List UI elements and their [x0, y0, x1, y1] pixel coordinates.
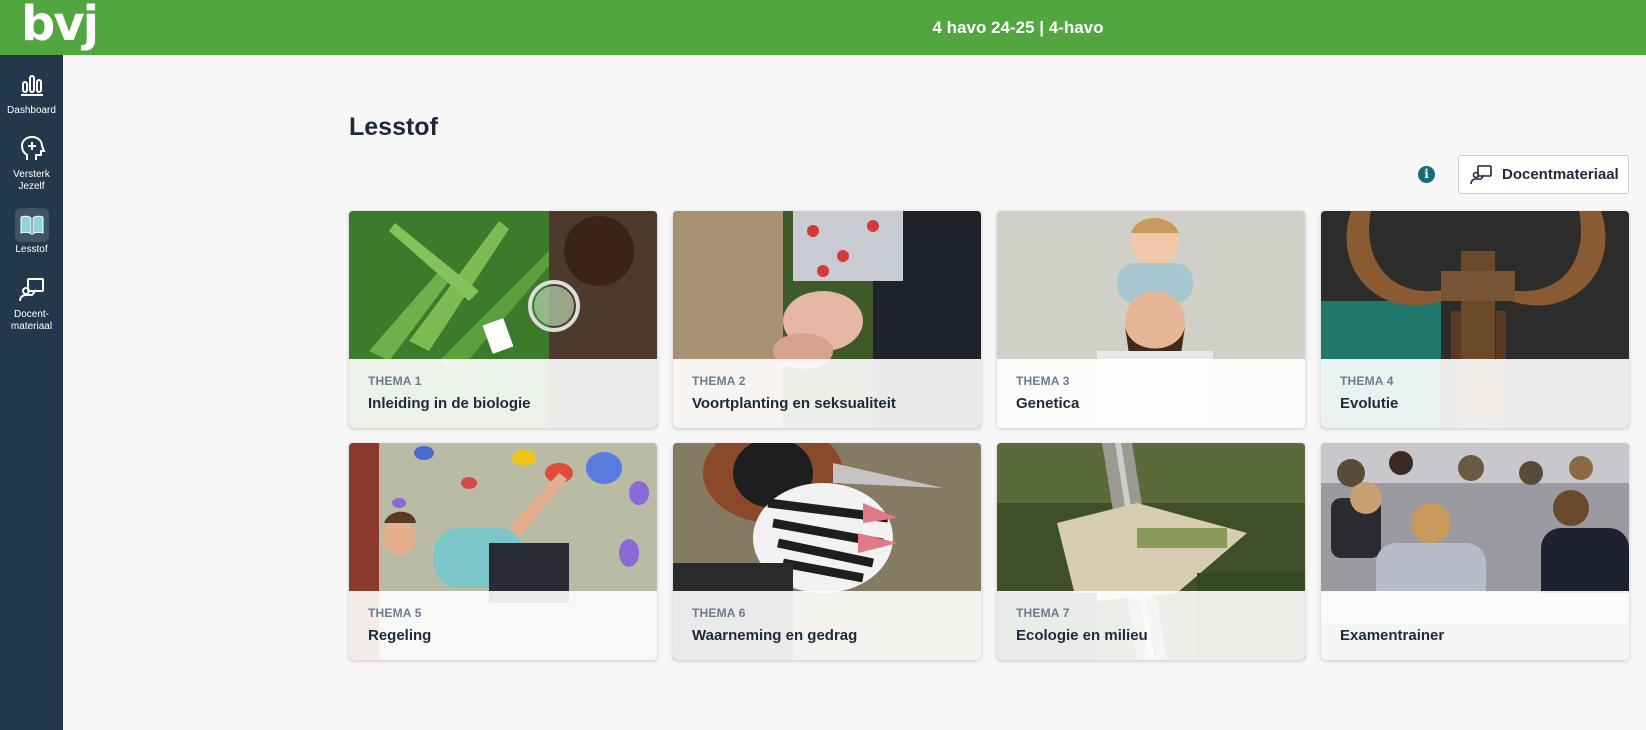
card-title: Evolutie — [1340, 395, 1399, 412]
class-title[interactable]: 4 havo 24-25 | 4-havo — [0, 0, 1646, 55]
card-thema-4[interactable]: THEMA 4 Evolutie — [1321, 211, 1629, 428]
teacher-board-icon — [15, 273, 49, 307]
card-thema-1[interactable]: THEMA 1 Inleiding in de biologie — [349, 211, 657, 428]
class-title-container: 4 havo 24-25 | 4-havo — [0, 0, 1646, 55]
card-kicker: THEMA 7 — [1016, 606, 1070, 620]
card-title: Inleiding in de biologie — [368, 395, 531, 412]
sidebar-item-dashboard[interactable]: Dashboard — [0, 69, 63, 117]
card-title: Genetica — [1016, 395, 1080, 412]
sidebar-item-label: Lesstof — [15, 244, 48, 255]
info-icon[interactable]: i — [1418, 166, 1435, 183]
docentmateriaal-button[interactable]: Docentmateriaal — [1458, 155, 1629, 194]
card-kicker: THEMA 1 — [368, 374, 422, 388]
card-title: Examentrainer — [1340, 627, 1445, 644]
card-kicker: THEMA 3 — [1016, 374, 1070, 388]
sidebar-item-label: Docent- materiaal — [10, 309, 53, 332]
card-title: Ecologie en milieu — [1016, 627, 1148, 644]
sidebar-item-docentmateriaal[interactable]: Docent- materiaal — [0, 273, 63, 333]
bar-chart-icon — [15, 69, 49, 103]
card-thema-3[interactable]: THEMA 3 Genetica — [997, 211, 1305, 428]
card-kicker: THEMA 2 — [692, 374, 746, 388]
sidebar-item-lesstof[interactable]: Lesstof — [0, 208, 63, 256]
card-examentrainer[interactable]: Examentrainer — [1321, 443, 1629, 660]
card-title: Voortplanting en seksualiteit — [692, 395, 896, 412]
sidebar-item-label: Versterk Jezelf — [13, 169, 50, 192]
teacher-board-icon — [1470, 164, 1492, 184]
card-kicker: THEMA 6 — [692, 606, 746, 620]
page-title: Lesstof — [349, 113, 438, 141]
head-plus-icon — [15, 133, 49, 167]
card-kicker: THEMA 4 — [1340, 374, 1394, 388]
sidebar-item-versterk-jezelf[interactable]: Versterk Jezelf — [0, 133, 63, 193]
docentmateriaal-button-label: Docentmateriaal — [1502, 166, 1619, 183]
sidebar-item-label: Dashboard — [7, 105, 56, 116]
sidebar: Dashboard Versterk Jezelf Lesstof Docent… — [0, 55, 63, 730]
open-book-icon — [14, 208, 49, 242]
card-title: Regeling — [368, 627, 432, 644]
card-thema-5[interactable]: THEMA 5 Regeling — [349, 443, 657, 660]
card-thema-2[interactable]: THEMA 2 Voortplanting en seksualiteit — [673, 211, 981, 428]
top-bar: bvj 4 havo 24-25 | 4-havo — [0, 0, 1646, 55]
card-kicker: THEMA 5 — [368, 606, 422, 620]
card-thema-6[interactable]: THEMA 6 Waarneming en gedrag — [673, 443, 981, 660]
card-title: Waarneming en gedrag — [692, 627, 858, 644]
card-thema-7[interactable]: THEMA 7 Ecologie en milieu — [997, 443, 1305, 660]
